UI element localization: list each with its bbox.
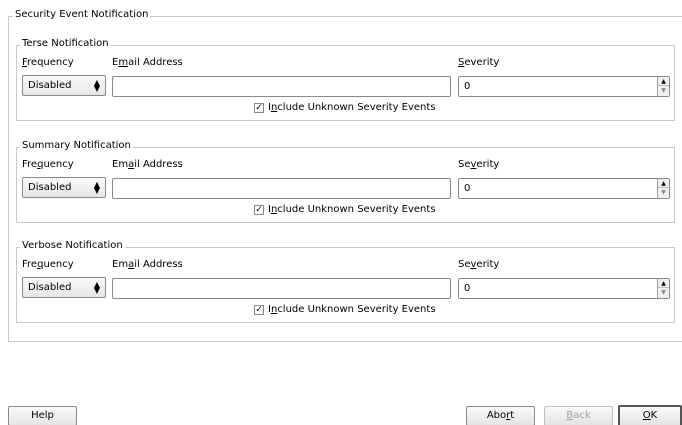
group-title: Security Event Notification <box>13 9 151 21</box>
up-down-arrow-icon: ▲ ▼ <box>93 78 100 93</box>
include-unknown-label: Include Unknown Severity Events <box>268 304 436 315</box>
ok-button[interactable]: OK <box>618 405 682 425</box>
spin-up-icon[interactable]: ▲ <box>658 279 669 288</box>
severity-spinbox[interactable]: 0 ▲ ▼ <box>458 278 670 299</box>
summary-notification-section: Summary Notification Frequency Email Add… <box>16 140 675 223</box>
section-title: Verbose Notification <box>20 240 125 252</box>
checkmark-icon[interactable]: ✓ <box>254 205 264 215</box>
abort-button[interactable]: Abort <box>466 406 535 425</box>
spin-down-icon[interactable]: ▼ <box>658 288 669 297</box>
up-down-arrow-icon: ▲ ▼ <box>93 280 100 295</box>
email-field[interactable] <box>112 278 451 299</box>
back-button[interactable]: Back <box>544 406 613 425</box>
frequency-combo[interactable]: Disabled ▲ ▼ <box>22 177 106 198</box>
frequency-value: Disabled <box>28 80 72 91</box>
spin-down-icon[interactable]: ▼ <box>658 188 669 197</box>
spin-up-icon[interactable]: ▲ <box>658 77 669 86</box>
spin-up-icon[interactable]: ▲ <box>658 179 669 188</box>
email-label: Email Address <box>112 159 183 170</box>
spin-down-icon[interactable]: ▼ <box>658 86 669 95</box>
severity-value: 0 <box>464 183 471 194</box>
frequency-label: Frequency <box>22 159 74 170</box>
security-event-notification-group: Security Event Notification Terse Notifi… <box>8 9 682 342</box>
section-title: Terse Notification <box>20 38 111 50</box>
email-field[interactable] <box>112 178 451 199</box>
severity-spinbox[interactable]: 0 ▲ ▼ <box>458 178 670 199</box>
frequency-combo[interactable]: Disabled ▲ ▼ <box>22 75 106 96</box>
include-unknown-label: Include Unknown Severity Events <box>268 204 436 215</box>
terse-notification-section: Terse Notification Frequency Email Addre… <box>16 38 675 121</box>
include-unknown-checkbox-row[interactable]: ✓ Include Unknown Severity Events <box>254 204 436 217</box>
severity-spinbox[interactable]: 0 ▲ ▼ <box>458 76 670 97</box>
spin-buttons: ▲ ▼ <box>657 77 669 96</box>
spin-buttons: ▲ ▼ <box>657 279 669 298</box>
severity-label: Severity <box>458 57 500 68</box>
email-label: Email Address <box>112 57 183 68</box>
email-field[interactable] <box>112 76 451 97</box>
include-unknown-label: Include Unknown Severity Events <box>268 102 436 113</box>
frequency-label: Frequency <box>22 259 74 270</box>
frequency-value: Disabled <box>28 182 72 193</box>
verbose-notification-section: Verbose Notification Frequency Email Add… <box>16 240 675 323</box>
frequency-value: Disabled <box>28 282 72 293</box>
severity-label: Severity <box>458 259 500 270</box>
severity-value: 0 <box>464 283 471 294</box>
checkmark-icon[interactable]: ✓ <box>254 305 264 315</box>
include-unknown-checkbox-row[interactable]: ✓ Include Unknown Severity Events <box>254 304 436 317</box>
frequency-combo[interactable]: Disabled ▲ ▼ <box>22 277 106 298</box>
spin-buttons: ▲ ▼ <box>657 179 669 198</box>
email-label: Email Address <box>112 259 183 270</box>
frequency-label: Frequency <box>22 57 74 68</box>
up-down-arrow-icon: ▲ ▼ <box>93 180 100 195</box>
severity-value: 0 <box>464 81 471 92</box>
help-button[interactable]: Help <box>8 406 77 425</box>
checkmark-icon[interactable]: ✓ <box>254 103 264 113</box>
section-title: Summary Notification <box>20 140 133 152</box>
include-unknown-checkbox-row[interactable]: ✓ Include Unknown Severity Events <box>254 102 436 115</box>
severity-label: Severity <box>458 159 500 170</box>
